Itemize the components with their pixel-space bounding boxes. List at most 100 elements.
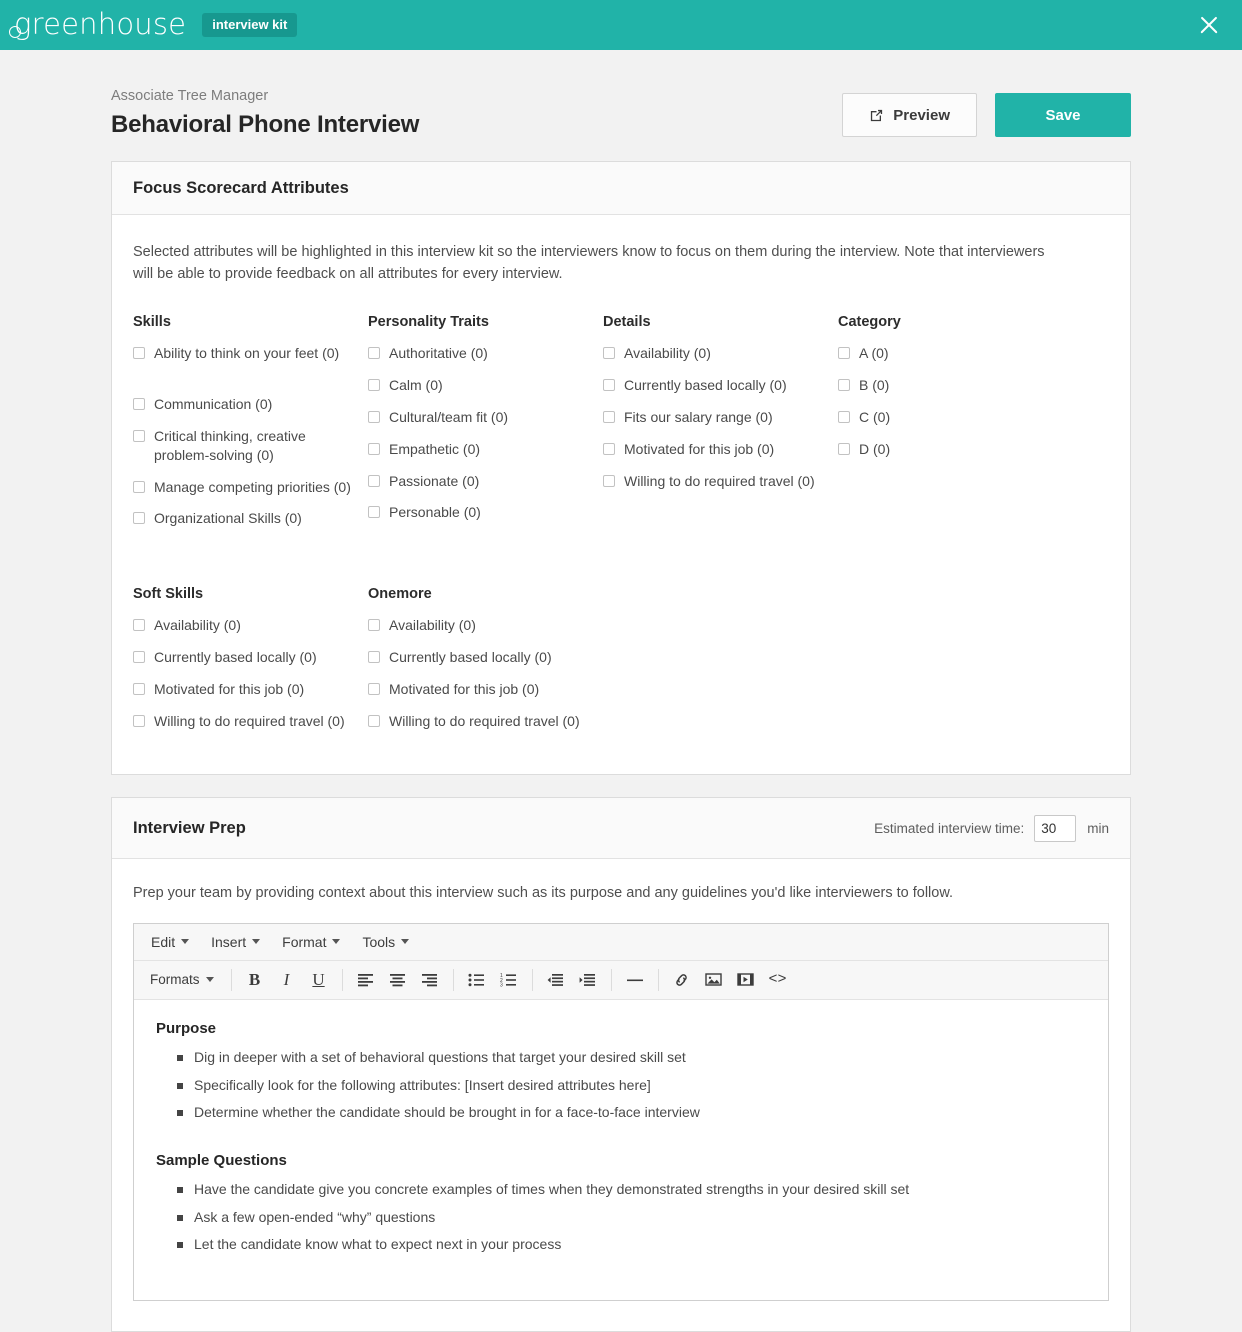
attribute-checkbox-row[interactable]: Willing to do required travel (0) — [368, 712, 591, 731]
checkbox-icon[interactable] — [368, 683, 380, 696]
interview-prep-body: Prep your team by providing context abou… — [112, 859, 1130, 1331]
editor-menu-tools[interactable]: Tools — [351, 930, 420, 954]
estimated-time-label: Estimated interview time: — [874, 820, 1025, 836]
focus-scorecard-card: Focus Scorecard Attributes Selected attr… — [111, 161, 1131, 775]
checkbox-icon[interactable] — [133, 397, 145, 410]
checkbox-icon[interactable] — [368, 651, 380, 664]
interview-prep-title: Interview Prep — [133, 818, 246, 837]
attribute-checkbox-row[interactable]: Personable (0) — [368, 503, 591, 522]
chevron-down-icon — [252, 939, 261, 945]
save-button[interactable]: Save — [995, 93, 1131, 137]
attribute-checkbox-row[interactable]: Empathetic (0) — [368, 440, 591, 459]
attribute-checkbox-row[interactable]: Calm (0) — [368, 376, 591, 395]
checkbox-icon[interactable] — [368, 378, 380, 391]
attribute-label: Motivated for this job (0) — [154, 681, 305, 698]
checkbox-icon[interactable] — [603, 442, 615, 455]
indent-icon[interactable] — [572, 966, 604, 994]
checkbox-icon[interactable] — [838, 346, 850, 359]
estimated-time-input[interactable] — [1034, 814, 1077, 842]
link-icon[interactable] — [666, 966, 698, 994]
attribute-checkbox-row[interactable]: Availability (0) — [133, 616, 356, 635]
checkbox-icon[interactable] — [133, 714, 145, 727]
checkbox-icon[interactable] — [838, 410, 850, 423]
attribute-checkbox-row[interactable]: C (0) — [838, 408, 1026, 427]
interview-kit-badge: interview kit — [202, 13, 298, 37]
checkbox-icon[interactable] — [368, 619, 380, 632]
checkbox-icon[interactable] — [368, 506, 380, 519]
attribute-checkbox-row[interactable]: Currently based locally (0) — [603, 376, 826, 395]
italic-icon[interactable]: I — [271, 966, 303, 994]
brand-logo[interactable]: greenhouse interview kit — [9, 9, 298, 40]
attribute-checkbox-row[interactable]: Communication (0) — [133, 395, 356, 414]
bullet-list-icon[interactable] — [461, 966, 493, 994]
attribute-checkbox-row[interactable]: B (0) — [838, 376, 1026, 395]
checkbox-icon[interactable] — [133, 346, 145, 359]
preview-button[interactable]: Preview — [842, 93, 977, 137]
align-center-icon[interactable] — [382, 966, 414, 994]
attribute-checkbox-row[interactable]: Motivated for this job (0) — [368, 680, 591, 699]
attribute-checkbox-row[interactable]: Motivated for this job (0) — [603, 440, 826, 459]
rich-text-editor: Edit Insert Format Tools Formats B I U 1… — [133, 922, 1109, 1301]
source-code-icon[interactable]: <> — [762, 966, 794, 994]
attribute-checkbox-row[interactable]: Passionate (0) — [368, 472, 591, 491]
checkbox-icon[interactable] — [838, 442, 850, 455]
checkbox-icon[interactable] — [368, 714, 380, 727]
attribute-checkbox-row[interactable]: Currently based locally (0) — [368, 648, 591, 667]
checkbox-icon[interactable] — [603, 410, 615, 423]
attribute-checkbox-row[interactable]: Motivated for this job (0) — [133, 680, 356, 699]
attribute-checkbox-row[interactable]: Ability to think on your feet (0) — [133, 344, 356, 363]
editor-menu-label: Edit — [151, 933, 176, 950]
checkbox-icon[interactable] — [133, 512, 145, 525]
horizontal-rule-icon[interactable] — [619, 966, 651, 994]
list-item: Dig in deeper with a set of behavioral q… — [177, 1047, 1086, 1069]
attribute-checkbox-row[interactable]: Availability (0) — [603, 344, 826, 363]
attribute-checkbox-row[interactable]: A (0) — [838, 344, 1026, 363]
editor-menu-edit[interactable]: Edit — [140, 930, 200, 954]
checkbox-icon[interactable] — [603, 378, 615, 391]
formats-dropdown[interactable]: Formats — [140, 968, 224, 991]
toolbar-separator — [531, 968, 533, 991]
chevron-down-icon — [205, 977, 214, 983]
checkbox-icon[interactable] — [838, 378, 850, 391]
attribute-checkbox-row[interactable]: Critical thinking, creative problem-solv… — [133, 427, 356, 465]
close-icon[interactable] — [1196, 12, 1222, 38]
attribute-column-heading: Category — [838, 313, 901, 330]
attribute-checkbox-row[interactable]: Authoritative (0) — [368, 344, 591, 363]
checkbox-icon[interactable] — [368, 474, 380, 487]
underline-icon[interactable]: U — [303, 966, 335, 994]
attribute-checkbox-row[interactable]: Manage competing priorities (0) — [133, 478, 356, 497]
outdent-icon[interactable] — [540, 966, 572, 994]
attribute-column-skills: Skills Ability to think on your feet (0) C… — [133, 314, 368, 541]
checkbox-icon[interactable] — [603, 474, 615, 487]
checkbox-icon[interactable] — [603, 346, 615, 359]
media-icon[interactable] — [730, 966, 762, 994]
attribute-column-heading: Skills — [133, 313, 171, 330]
editor-content[interactable]: Purpose Dig in deeper with a set of beha… — [134, 999, 1108, 1300]
attribute-checkbox-row[interactable]: D (0) — [838, 440, 1026, 459]
checkbox-icon[interactable] — [133, 429, 145, 442]
attribute-checkbox-row[interactable]: Willing to do required travel (0) — [133, 712, 356, 731]
align-left-icon[interactable] — [350, 966, 382, 994]
attribute-checkbox-row[interactable]: Currently based locally (0) — [133, 648, 356, 667]
checkbox-icon[interactable] — [133, 683, 145, 696]
attribute-checkbox-row[interactable]: Organizational Skills (0) — [133, 509, 356, 528]
checkbox-icon[interactable] — [368, 346, 380, 359]
editor-menu-format[interactable]: Format — [271, 930, 351, 954]
checkbox-icon[interactable] — [133, 480, 145, 493]
numbered-list-icon[interactable]: 1 2 3 — [493, 966, 525, 994]
attribute-checkbox-row[interactable]: Fits our salary range (0) — [603, 408, 826, 427]
attribute-checkbox-row[interactable]: Availability (0) — [368, 616, 591, 635]
checkbox-icon[interactable] — [133, 651, 145, 664]
checkbox-icon[interactable] — [133, 619, 145, 632]
image-icon[interactable] — [698, 966, 730, 994]
attribute-label: Calm (0) — [389, 376, 443, 393]
attribute-checkbox-row[interactable]: Cultural/team fit (0) — [368, 408, 591, 427]
attribute-column-details: Details Availability (0) Currently based l… — [603, 314, 838, 541]
editor-menu-insert[interactable]: Insert — [200, 930, 271, 954]
align-right-icon[interactable] — [414, 966, 446, 994]
bold-icon[interactable]: B — [239, 966, 271, 994]
attribute-checkbox-row[interactable]: Willing to do required travel (0) — [603, 472, 826, 491]
checkbox-icon[interactable] — [368, 442, 380, 455]
checkbox-icon[interactable] — [368, 410, 380, 423]
header-actions: Preview Save — [842, 88, 1131, 137]
